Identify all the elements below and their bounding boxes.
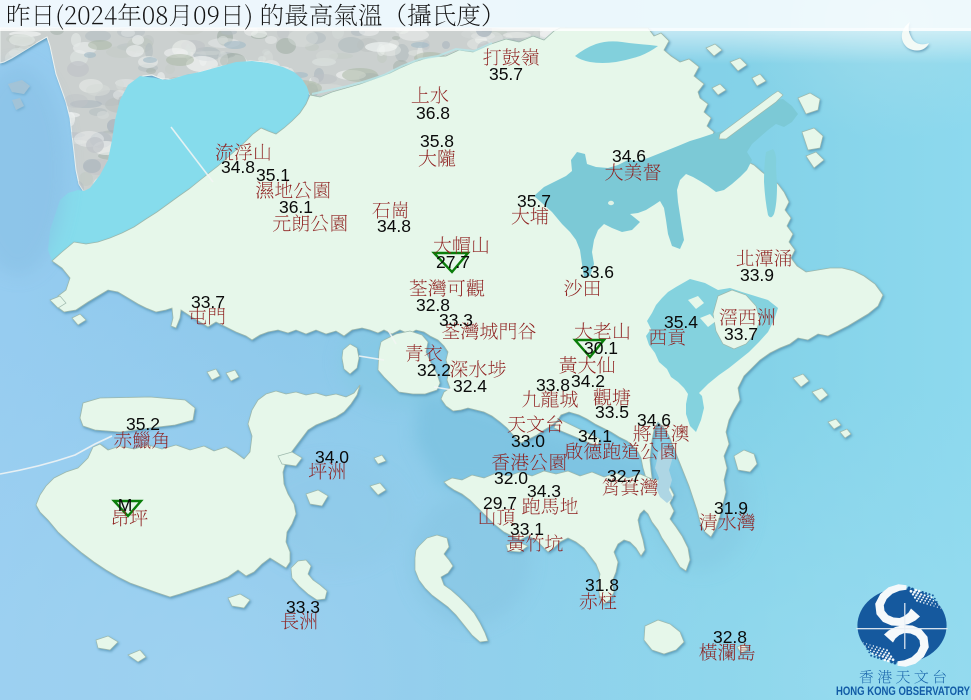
svg-text:32.2: 32.2	[417, 360, 451, 380]
svg-text:36.8: 36.8	[416, 103, 450, 123]
svg-text:31.8: 31.8	[585, 575, 619, 595]
svg-text:33.5: 33.5	[595, 402, 629, 422]
svg-text:35.2: 35.2	[126, 414, 160, 434]
svg-text:34.0: 34.0	[315, 447, 349, 467]
svg-text:32.8: 32.8	[713, 627, 747, 647]
svg-text:33.7: 33.7	[724, 324, 758, 344]
svg-text:31.9: 31.9	[714, 498, 748, 518]
svg-text:36.1: 36.1	[279, 197, 313, 217]
svg-text:27.7: 27.7	[436, 252, 470, 272]
svg-text:M: M	[118, 495, 133, 515]
svg-text:30.1: 30.1	[584, 338, 618, 358]
svg-text:33.3: 33.3	[286, 597, 320, 617]
svg-text:35.7: 35.7	[489, 64, 523, 84]
svg-text:35.8: 35.8	[420, 131, 454, 151]
svg-text:33.3: 33.3	[439, 310, 473, 330]
svg-text:35.1: 35.1	[256, 165, 290, 185]
svg-text:34.6: 34.6	[612, 146, 646, 166]
svg-text:32.7: 32.7	[607, 466, 641, 486]
svg-text:29.7: 29.7	[483, 493, 517, 513]
svg-text:35.7: 35.7	[517, 191, 551, 211]
svg-text:33.8: 33.8	[536, 375, 570, 395]
svg-text:34.3: 34.3	[527, 481, 561, 501]
svg-text:32.0: 32.0	[494, 468, 528, 488]
svg-text:35.4: 35.4	[664, 312, 698, 332]
svg-text:HONG KONG OBSERVATORY: HONG KONG OBSERVATORY	[836, 686, 970, 698]
svg-text:34.6: 34.6	[637, 410, 671, 430]
svg-text:33.7: 33.7	[191, 292, 225, 312]
svg-text:33.0: 33.0	[511, 431, 545, 451]
svg-text:34.1: 34.1	[578, 426, 612, 446]
svg-text:34.8: 34.8	[377, 216, 411, 236]
svg-text:33.1: 33.1	[510, 519, 544, 539]
svg-text:34.8: 34.8	[221, 157, 255, 177]
svg-text:33.9: 33.9	[740, 265, 774, 285]
svg-text:34.2: 34.2	[571, 371, 605, 391]
svg-text:32.4: 32.4	[453, 376, 487, 396]
svg-text:33.6: 33.6	[580, 262, 614, 282]
